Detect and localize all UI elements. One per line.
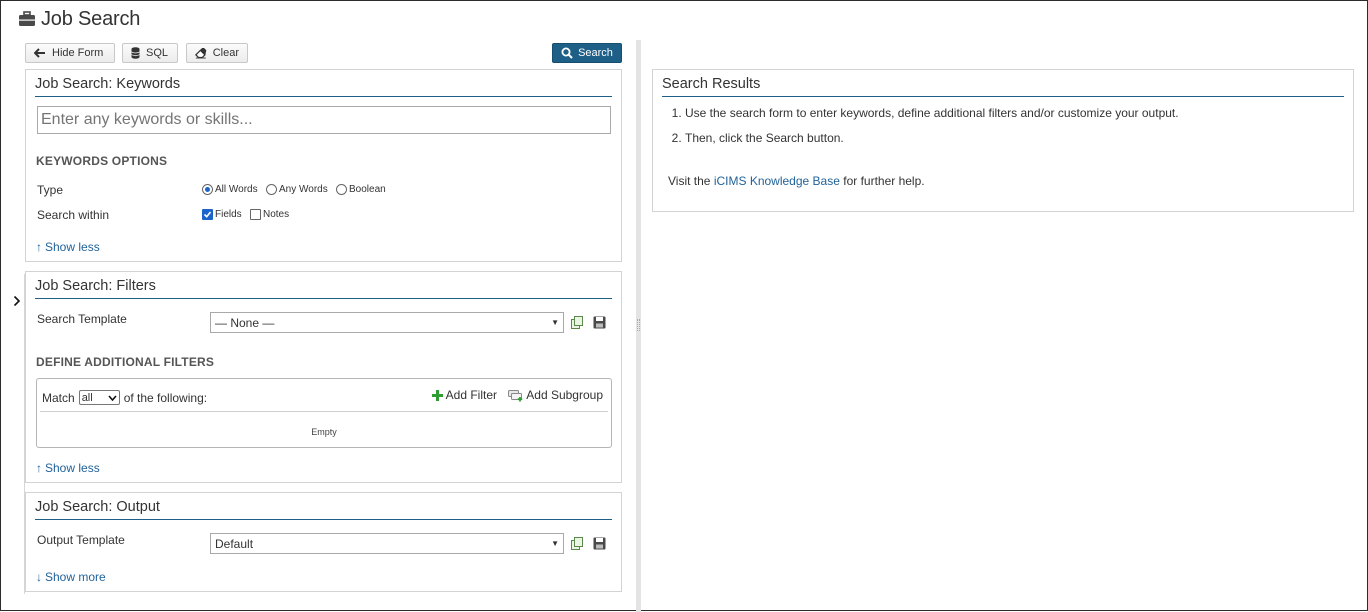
select-value: — None —	[215, 315, 275, 330]
checkbox-label: Notes	[263, 209, 290, 220]
search-template-label: Search Template	[37, 312, 127, 326]
checkmark-icon	[203, 211, 212, 218]
page-header: Job Search	[18, 7, 140, 31]
instruction-step: Use the search form to enter keywords, d…	[685, 106, 1179, 120]
select-value: Default	[215, 536, 254, 551]
eraser-icon	[195, 47, 207, 58]
checkbox-label: Fields	[215, 209, 242, 220]
radio-button[interactable]	[336, 184, 347, 195]
search-within-label: Search within	[37, 208, 110, 222]
copy-template-icon[interactable]	[570, 316, 584, 330]
match-value: all	[81, 391, 93, 404]
type-label: Type	[37, 183, 64, 197]
show-more-label: Show more	[45, 570, 106, 584]
checkbox-notes[interactable]: Notes	[250, 209, 289, 220]
save-template-icon[interactable]	[593, 537, 607, 551]
checkbox[interactable]	[202, 209, 213, 220]
show-less-label: Show less	[45, 461, 100, 475]
keywords-options-heading: KEYWORDS OPTIONS	[36, 154, 168, 168]
arrow-up-icon: ↑	[36, 240, 42, 254]
sql-label: SQL	[146, 47, 169, 59]
add-subgroup-label: Add Subgroup	[526, 388, 603, 402]
page-title: Job Search	[41, 7, 141, 30]
match-row: Match all of the following:	[42, 390, 207, 405]
briefcase-icon	[18, 11, 36, 27]
save-template-icon[interactable]	[593, 316, 607, 330]
sql-button[interactable]: SQL	[122, 43, 178, 63]
radio-button[interactable]	[202, 184, 213, 195]
search-button[interactable]: Search	[552, 43, 622, 63]
form-toolbar: Hide Form SQL Clear Search	[25, 43, 622, 63]
clear-label: Clear	[212, 47, 239, 59]
search-label: Search	[578, 47, 613, 59]
search-template-select[interactable]: — None — ▼	[210, 312, 564, 333]
dropdown-caret-icon: ▼	[551, 539, 559, 548]
help-suffix: for further help.	[843, 174, 925, 188]
arrow-up-icon: ↑	[36, 461, 42, 475]
radio-label: All Words	[215, 184, 258, 195]
hide-form-button[interactable]: Hide Form	[25, 43, 115, 63]
add-filter-label: Add Filter	[445, 388, 497, 402]
show-less-label: Show less	[45, 240, 100, 254]
keywords-panel: Job Search: Keywords KEYWORDS OPTIONS Ty…	[25, 69, 622, 262]
expand-sidebar-button[interactable]	[10, 291, 24, 311]
radio-button[interactable]	[266, 184, 277, 195]
output-template-label: Output Template	[37, 533, 125, 547]
add-subgroup-icon	[508, 389, 523, 401]
arrow-left-icon	[34, 48, 45, 58]
radio-label: Any Words	[279, 184, 328, 195]
results-instructions: Use the search form to enter keywords, d…	[685, 106, 1179, 156]
add-subgroup-button[interactable]: Add Subgroup	[508, 388, 603, 402]
search-results-panel: Search Results Use the search form to en…	[652, 69, 1354, 212]
keywords-show-less-link[interactable]: ↑ Show less	[36, 240, 100, 254]
filters-panel: Job Search: Filters Search Template — No…	[25, 271, 622, 483]
keywords-panel-title: Job Search: Keywords	[35, 74, 612, 97]
results-panel-title: Search Results	[662, 74, 1344, 97]
copy-template-icon[interactable]	[570, 537, 584, 551]
match-select[interactable]: all	[78, 390, 120, 405]
checkbox-fields[interactable]: Fields	[202, 209, 242, 220]
output-show-more-link[interactable]: ↓ Show more	[36, 570, 106, 584]
match-suffix: of the following:	[123, 390, 208, 405]
output-panel-title: Job Search: Output	[35, 497, 612, 520]
checkbox[interactable]	[250, 209, 261, 220]
pane-splitter[interactable]	[636, 40, 641, 612]
filter-box-divider	[40, 411, 608, 412]
radio-any-words[interactable]: Any Words	[266, 184, 328, 195]
clear-button[interactable]: Clear	[186, 43, 248, 63]
instruction-step: Then, click the Search button.	[685, 131, 1179, 145]
keywords-input[interactable]	[37, 106, 611, 134]
arrow-down-icon: ↓	[36, 570, 42, 584]
output-panel: Job Search: Output Output Template Defau…	[25, 492, 622, 592]
radio-all-words[interactable]: All Words	[202, 184, 258, 195]
filters-show-less-link[interactable]: ↑ Show less	[36, 461, 100, 475]
search-icon	[561, 47, 573, 59]
additional-filters-heading: DEFINE ADDITIONAL FILTERS	[36, 355, 215, 369]
filters-panel-title: Job Search: Filters	[35, 276, 612, 299]
dropdown-caret-icon: ▼	[551, 318, 559, 327]
filter-group-box: Match all of the following: Add Filter A…	[36, 378, 612, 448]
database-icon	[131, 47, 140, 59]
knowledge-base-link[interactable]: iCIMS Knowledge Base	[714, 174, 840, 188]
output-template-select[interactable]: Default ▼	[210, 533, 564, 554]
match-prefix: Match	[42, 390, 75, 405]
chevron-right-icon	[13, 295, 21, 307]
help-prefix: Visit the	[668, 174, 711, 188]
add-filter-button[interactable]: Add Filter	[431, 388, 497, 402]
hide-form-label: Hide Form	[52, 47, 104, 59]
chevron-down-icon	[108, 394, 117, 401]
empty-filters-text: Empty	[311, 427, 337, 437]
radio-boolean[interactable]: Boolean	[336, 184, 386, 195]
plus-icon	[431, 389, 443, 401]
radio-label: Boolean	[349, 184, 386, 195]
splitter-grip-icon[interactable]	[637, 319, 640, 331]
help-text: Visit the iCIMS Knowledge Base for furth…	[668, 174, 925, 188]
job-search-window: Job Search Hide Form SQL Clear Search Jo…	[0, 0, 1368, 612]
